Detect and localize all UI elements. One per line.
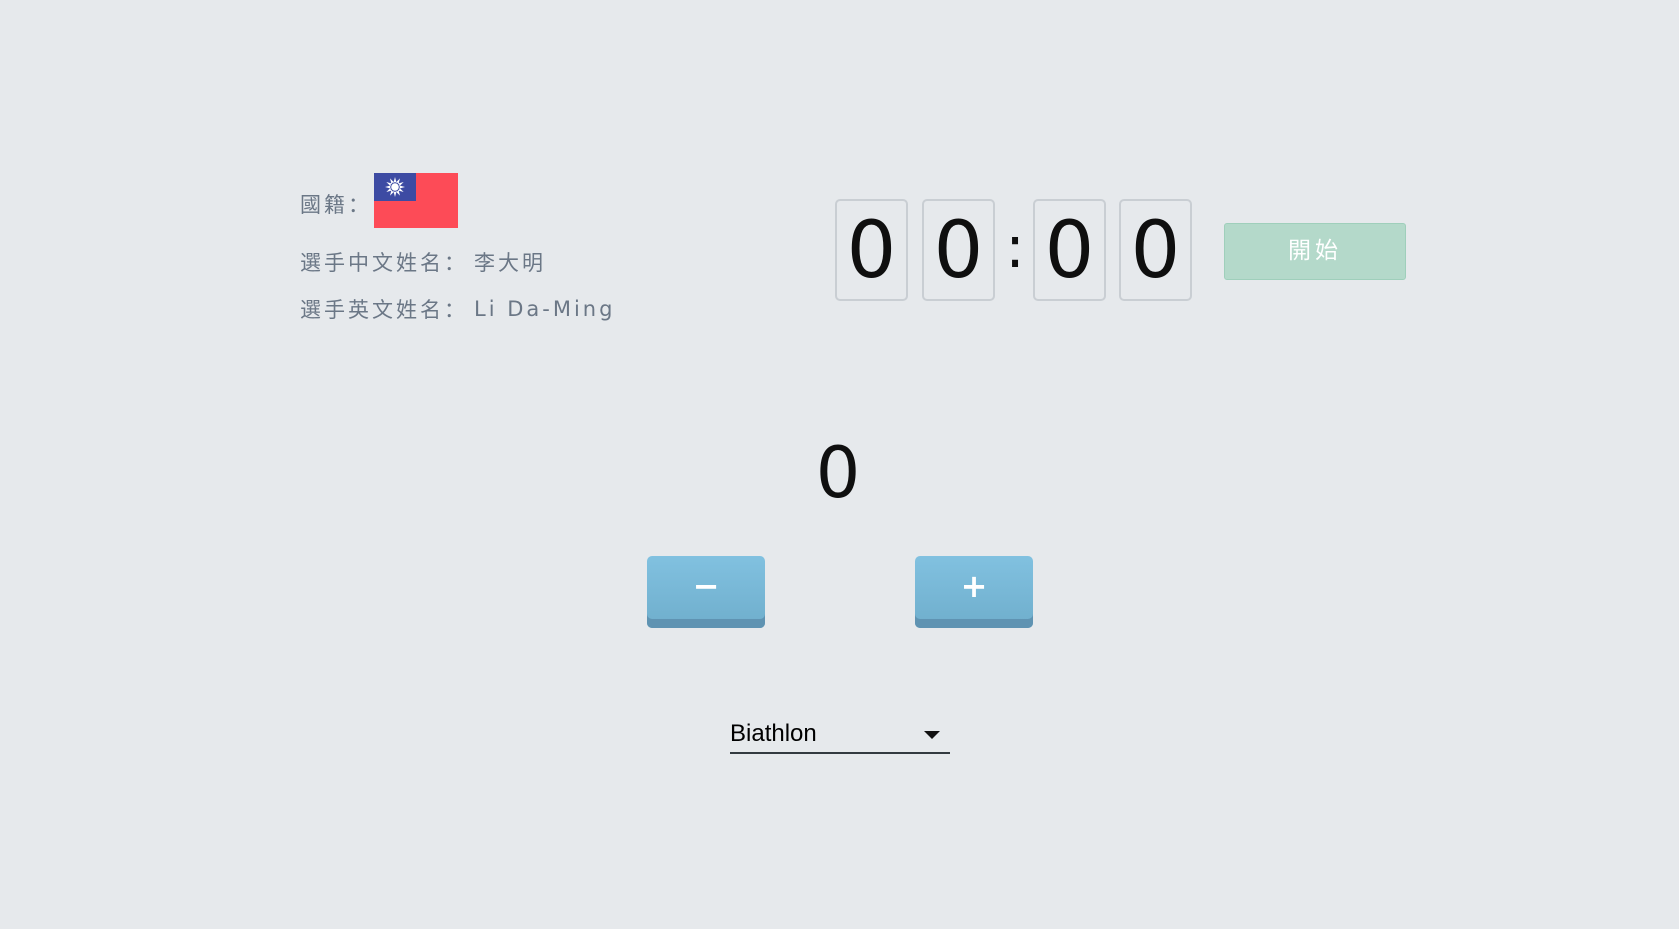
chinese-name-value: 李大明 — [474, 251, 546, 275]
start-button[interactable]: 開始 — [1224, 223, 1406, 280]
increment-button[interactable]: + — [915, 556, 1033, 628]
english-name-value: Li Da-Ming — [474, 297, 616, 321]
timer-seconds-ones: 0 — [1119, 199, 1192, 301]
chevron-down-icon — [924, 731, 940, 739]
english-name-row: 選手英文姓名： Li Da-Ming — [300, 292, 615, 326]
nationality-label: 國籍： — [300, 193, 372, 217]
taiwan-flag-icon — [374, 172, 458, 228]
score-counter: 0 — [815, 432, 861, 514]
timer-minutes-ones: 0 — [922, 199, 995, 301]
athlete-info: 國籍： 選手中文姓名： 李大明 選手英文姓名： Li Da-Ming — [300, 172, 615, 326]
sport-select[interactable]: Biathlon — [730, 718, 950, 754]
decrement-button[interactable]: − — [647, 556, 765, 628]
timer-separator: : — [1005, 213, 1025, 281]
timer-minutes-tens: 0 — [835, 199, 908, 301]
chinese-name-label: 選手中文姓名： — [300, 251, 468, 275]
white-sun-icon — [385, 176, 405, 197]
flag-canton — [374, 172, 416, 201]
chinese-name-row: 選手中文姓名： 李大明 — [300, 245, 615, 279]
sport-select-value: Biathlon — [730, 720, 817, 747]
timer-seconds-tens: 0 — [1033, 199, 1106, 301]
english-name-label: 選手英文姓名： — [300, 298, 468, 322]
nationality-row: 國籍： — [300, 172, 615, 232]
